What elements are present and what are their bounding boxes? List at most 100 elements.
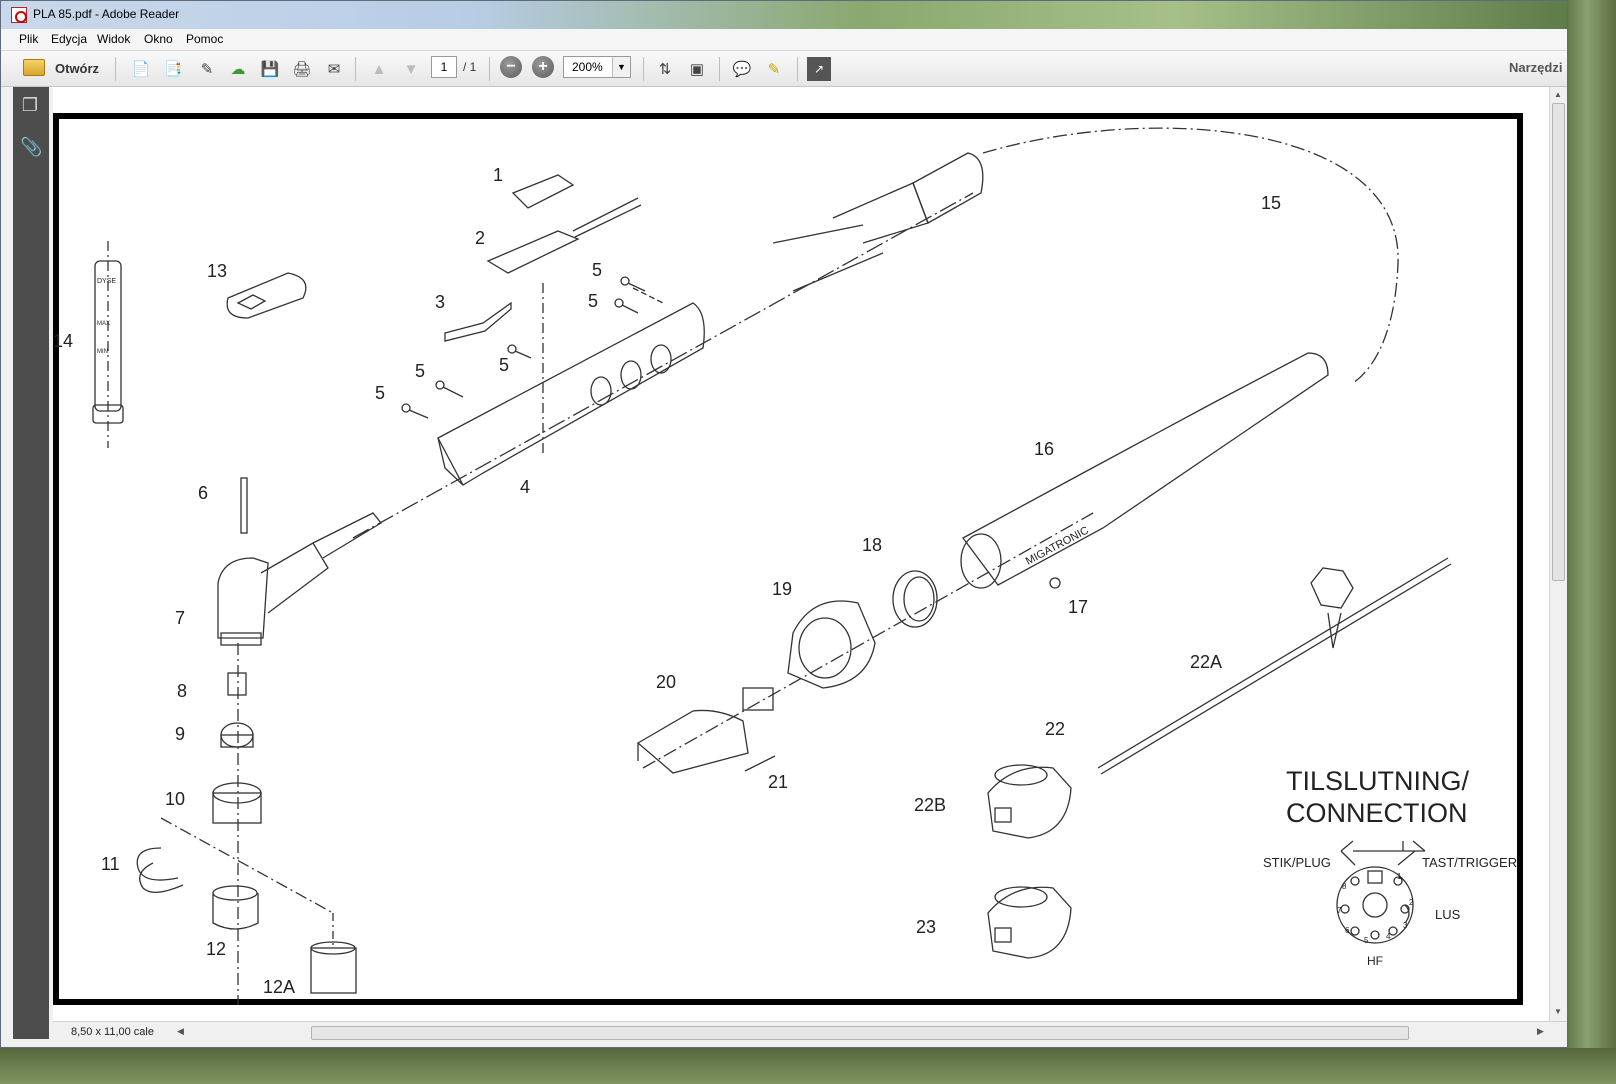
part-label: 6 [198,483,208,503]
zoom-out-button[interactable]: − [500,56,522,78]
email-icon[interactable]: ✉ [322,57,346,81]
part-label: 16 [1034,439,1054,459]
connection-title-line1: TILSLUTNING/ [1286,766,1470,796]
part-label: 2 [475,228,485,248]
reader-window: PLA 85.pdf - Adobe Reader Plik Edycja Wi… [0,0,1568,1048]
part-label: 1 [493,165,503,185]
attachments-icon[interactable]: 📎 [20,137,42,159]
menu-help[interactable]: Pomoc [186,32,223,46]
toolbar-separator [355,57,356,81]
part-label: 23 [916,917,936,937]
connection-title-line2: CONNECTION [1286,798,1468,828]
scroll-right-icon[interactable]: ▶ [1537,1026,1544,1037]
toolbar-separator [719,57,720,81]
previous-page-icon[interactable]: ▲ [367,57,391,81]
pin-number: 4 [1386,932,1391,941]
scroll-down-icon[interactable]: ▼ [1554,1007,1562,1016]
menu-bar: Plik Edycja Widok Okno Pomoc [1,29,1567,51]
part-label: 19 [772,579,792,599]
fit-page-icon[interactable]: ▣ [685,57,709,81]
print-icon[interactable]: 🖨 [290,57,314,81]
tube-text-dyse: DYSE [97,278,116,285]
pin-number: 5 [1364,936,1369,945]
part-label: 5 [415,361,425,381]
part-label: 7 [175,608,185,628]
status-bar: 8,50 x 11,00 cale ◀ ▶ [53,1021,1567,1045]
pdf-app-icon [11,7,27,23]
part-label: 18 [862,535,882,555]
zoom-value: 200% [572,60,603,74]
part-label: 5 [499,355,509,375]
hf-label: HF [1367,954,1383,968]
part-label: 17 [1068,597,1088,617]
page-size-label: 8,50 x 11,00 cale [71,1026,154,1038]
upload-cloud-icon[interactable]: ☁ [226,57,250,81]
menu-view[interactable]: Widok [97,32,130,46]
tube-text-min: MIN [97,349,108,355]
part-label: 22B [914,795,946,815]
desktop-background [1568,0,1616,1084]
part-label: 3 [435,292,445,312]
fullscreen-icon[interactable]: ↗ [807,57,831,81]
part-label: 5 [588,291,598,311]
part-label: 14 [53,331,73,351]
menu-window[interactable]: Okno [144,32,173,46]
page-total: / 1 [463,60,477,74]
pin-number: 8 [1342,882,1347,891]
next-page-icon[interactable]: ▼ [399,57,423,81]
navigation-panel: ❐ 📎 [13,87,49,1039]
open-button[interactable]: Otwórz [55,61,99,76]
chevron-down-icon[interactable]: ▼ [612,57,630,77]
pin-number: 7 [1337,906,1342,915]
tube-text-max: MAX [97,321,110,327]
plug-label: STIK/PLUG [1263,855,1331,870]
part-label: 20 [656,672,676,692]
edit-document-icon[interactable]: ✎ [195,57,219,81]
pages-icon[interactable]: ❐ [20,95,40,117]
combine-files-icon[interactable]: 📑 [161,57,185,81]
lus-label: LUS [1435,907,1461,922]
part-label: 9 [175,724,185,744]
part-label: 13 [207,261,227,281]
part-label: 8 [177,681,187,701]
scrollbar-thumb[interactable] [1552,103,1565,581]
toolbar-separator [643,57,644,81]
part-label: 22A [1190,652,1222,672]
part-label: 21 [768,772,788,792]
horizontal-scrollbar-thumb[interactable] [311,1026,1409,1040]
zoom-select[interactable]: 200% ▼ [563,56,631,78]
title-bar[interactable]: PLA 85.pdf - Adobe Reader [1,1,1567,29]
scroll-up-icon[interactable]: ▲ [1554,90,1562,99]
part-label: 4 [520,477,530,497]
toolbar-separator [115,57,116,81]
vertical-scrollbar[interactable]: ▲ ▼ [1549,87,1567,1021]
part-label: 22 [1045,719,1065,739]
page-number-input[interactable]: 1 [431,56,457,78]
part-label: 12A [263,977,295,997]
part-label: 5 [592,260,602,280]
toolbar-separator [489,57,490,81]
folder-icon[interactable] [23,59,45,76]
part-label: 5 [375,383,385,403]
pin-number: 2 [1409,898,1414,907]
save-icon[interactable]: 💾 [258,57,282,81]
highlight-icon[interactable]: ✎ [762,57,786,81]
window-title: PLA 85.pdf - Adobe Reader [33,7,180,21]
scroll-left-icon[interactable]: ◀ [177,1026,184,1037]
fit-width-icon[interactable]: ⇅ [653,57,677,81]
comment-icon[interactable]: 💬 [730,57,754,81]
exploded-view-drawing: DYSE MAX MIN MIGATRONIC 1 2 3 4 5 5 5 5 … [53,113,1523,1005]
pin-number: 3 [1403,921,1408,930]
tools-button[interactable]: Narzędzi [1509,60,1562,75]
create-pdf-icon[interactable]: 📄 [129,57,153,81]
toolbar: Otwórz 📄 📑 ✎ ☁ 💾 🖨 ✉ ▲ ▼ ⇅ ▣ 💬 ✎ ↗ [1,51,1567,87]
part-label: 11 [101,854,120,874]
menu-edit[interactable]: Edycja [51,32,87,46]
part-label: 12 [206,939,226,959]
toolbar-separator [797,57,798,81]
menu-file[interactable]: Plik [19,32,38,46]
part-label: 15 [1261,193,1281,213]
trigger-label: TAST/TRIGGER [1422,855,1517,870]
zoom-in-button[interactable]: + [532,56,554,78]
pin-number: 1 [1397,872,1402,881]
